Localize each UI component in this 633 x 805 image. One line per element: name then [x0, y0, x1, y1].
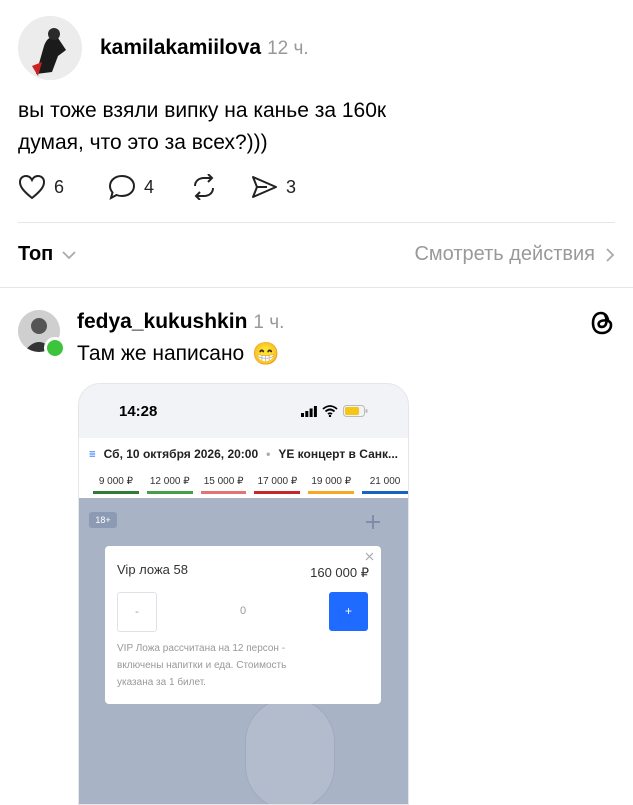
- share-count: 3: [286, 176, 297, 197]
- post-text-line: вы тоже взяли випку на канье за 160к: [18, 99, 387, 122]
- repost-icon: [194, 174, 215, 200]
- share-button[interactable]: 3: [250, 174, 296, 200]
- divider: [0, 287, 633, 288]
- price-tier-color-bar: [254, 491, 301, 494]
- divider: [18, 222, 615, 223]
- view-activity-link[interactable]: Смотреть действия: [414, 243, 615, 266]
- reply-text: Там же написано: [77, 342, 245, 365]
- quantity-value[interactable]: 0: [233, 592, 253, 630]
- online-indicator: [44, 337, 66, 359]
- vip-box-modal: Vip ложа 58 160 000 ₽ - 0 + VIP Ложа рас…: [105, 546, 381, 704]
- close-icon[interactable]: [365, 552, 374, 561]
- heart-icon: [18, 174, 46, 200]
- post-text-line: думая, что это за всех?))): [18, 131, 268, 154]
- view-activity-label: Смотреть действия: [414, 243, 595, 265]
- chevron-right-icon: [606, 247, 615, 262]
- reply-header: fedya_kukushkin 1 ч.: [77, 310, 284, 334]
- send-icon: [252, 176, 278, 198]
- author-avatar[interactable]: [18, 16, 82, 80]
- price-tier-label: 12 000 ₽: [149, 476, 190, 487]
- hall-map-shape: [245, 698, 335, 804]
- modal-title: Vip ложа 58: [117, 562, 188, 577]
- post-body: вы тоже взяли випку на канье за 160к дум…: [18, 95, 386, 159]
- attached-screenshot[interactable]: 14:28 Сб, 10 октября 2026, 20:00 • YE ко…: [78, 383, 409, 805]
- reply-body: Там же написано 😁: [77, 341, 280, 367]
- comment-icon: [109, 174, 136, 200]
- reply-time: 1 ч.: [253, 312, 285, 333]
- price-tier-label: 19 000 ₽: [311, 476, 352, 487]
- like-count: 6: [54, 176, 65, 197]
- sort-dropdown[interactable]: Топ: [18, 243, 77, 266]
- price-tier-color-bar: [362, 491, 408, 494]
- author-username[interactable]: kamilakamiilova: [100, 36, 261, 59]
- threads-logo-icon[interactable]: [589, 309, 615, 342]
- chevron-down-icon: [62, 250, 76, 259]
- description-line: включены напитки и еда. Стоимость: [117, 660, 287, 671]
- age-badge: 18+: [89, 512, 117, 528]
- zoom-in-icon: [366, 515, 380, 529]
- decrement-button[interactable]: -: [117, 592, 157, 632]
- signal-icon: [301, 405, 317, 417]
- post-time: 12 ч.: [267, 38, 309, 59]
- wifi-icon: [322, 405, 338, 417]
- reply-username[interactable]: fedya_kukushkin: [77, 310, 247, 333]
- grin-emoji: 😁: [252, 341, 280, 366]
- modal-price: 160 000 ₽: [310, 565, 369, 580]
- phone-clock: 14:28: [119, 402, 158, 420]
- price-tier-label: 21 000: [369, 476, 401, 487]
- status-icons: [301, 405, 368, 417]
- price-tier-color-bar: [200, 491, 247, 494]
- price-tier-color-bar: [308, 491, 355, 494]
- event-name: YE концерт в Санк...: [278, 447, 398, 461]
- sort-label: Топ: [18, 243, 54, 265]
- repost-button[interactable]: [190, 174, 218, 200]
- comment-count: 4: [144, 176, 155, 197]
- event-header: Сб, 10 октября 2026, 20:00 • YE концерт …: [79, 438, 408, 470]
- post-actions: 6 4 3: [18, 174, 296, 200]
- modal-description: VIP Ложа рассчитана на 12 персон - включ…: [117, 640, 286, 691]
- menu-icon[interactable]: [89, 449, 96, 459]
- battery-icon: [343, 405, 368, 417]
- price-tier-color-bar: [93, 491, 139, 494]
- description-line: указана за 1 билет.: [117, 677, 206, 688]
- price-tier-label: 9 000 ₽: [98, 476, 133, 487]
- phone-status-bar: 14:28: [79, 384, 408, 438]
- description-line: VIP Ложа рассчитана на 12 персон -: [117, 643, 286, 654]
- post-header: kamilakamiilova 12 ч.: [100, 36, 309, 60]
- like-button[interactable]: 6: [18, 174, 64, 200]
- event-date: Сб, 10 октября 2026, 20:00: [103, 447, 259, 461]
- price-tier-label: 17 000 ₽: [257, 476, 298, 487]
- price-tier-color-bar: [146, 491, 193, 494]
- comment-button[interactable]: 4: [108, 174, 154, 200]
- price-tier-label: 15 000 ₽: [203, 476, 244, 487]
- separator-dot: •: [266, 447, 271, 461]
- increment-button[interactable]: +: [329, 592, 368, 631]
